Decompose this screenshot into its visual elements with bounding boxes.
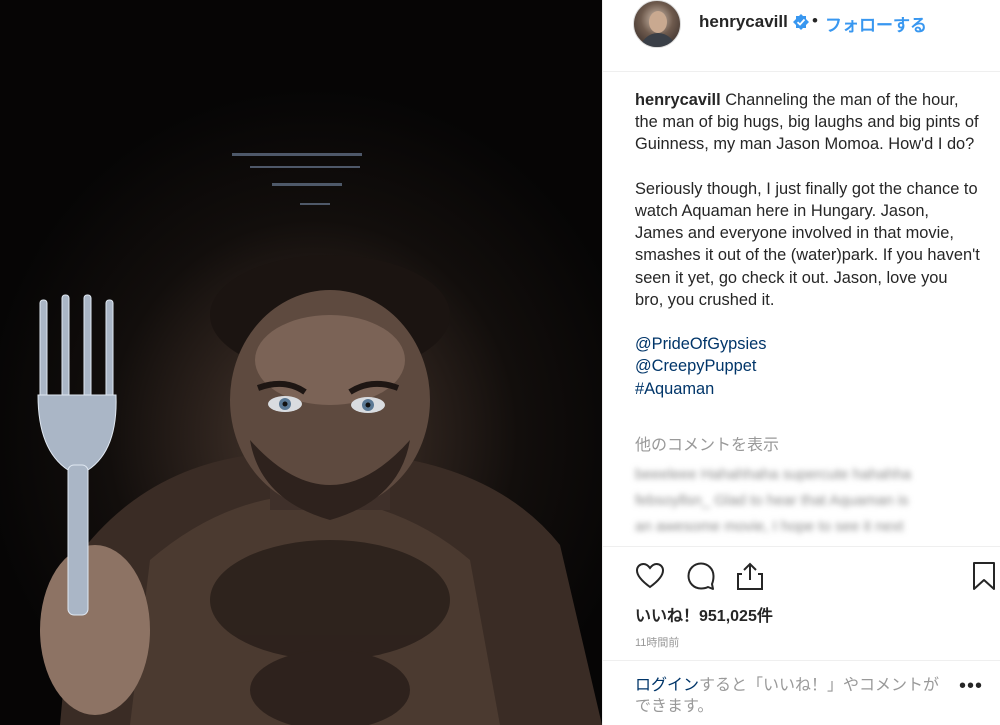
mention-link[interactable]: @CreepyPuppet <box>635 355 980 377</box>
verified-badge-icon <box>793 14 809 30</box>
comment-icon[interactable] <box>686 561 716 591</box>
comment-line: febsoyllsn_ Glad to hear that Aquaman is <box>635 492 909 509</box>
post-details-panel: henrycavill • フォローする henrycavill Channel… <box>602 0 1000 725</box>
avatar-face <box>649 11 667 33</box>
hashtag-link[interactable]: #Aquaman <box>635 378 980 400</box>
action-bar <box>603 546 1000 606</box>
mention-link[interactable]: @PrideOfGypsies <box>635 333 980 355</box>
header-separator: • <box>812 11 818 30</box>
follow-button[interactable]: フォローする <box>825 11 927 36</box>
caption-text-2: Seriously though, I just finally got the… <box>635 179 980 309</box>
likes-count[interactable]: いいね！951,025件 <box>635 602 773 626</box>
login-prompt-text: ログインすると「いいね！」やコメントができます。 <box>635 675 955 717</box>
bookmark-icon[interactable] <box>969 561 999 591</box>
post-image-illustration <box>37 153 602 725</box>
caption-first-paragraph: henrycavill Channeling the man of the ho… <box>635 89 980 156</box>
login-prompt: ログインすると「いいね！」やコメントができます。 ••• <box>603 660 1000 725</box>
heart-icon[interactable] <box>635 561 665 591</box>
login-link[interactable]: ログイン <box>635 677 699 694</box>
avatar-shirt <box>640 33 676 47</box>
more-options-button[interactable]: ••• <box>959 675 983 698</box>
post-header: henrycavill • フォローする <box>603 0 1000 72</box>
header-username[interactable]: henrycavill <box>699 12 788 32</box>
comment-line: beeeleee Hahahhaha supercute hahahha <box>635 466 912 483</box>
comment-line: an awesome movie, I hope to see it next <box>635 518 904 535</box>
post-photo <box>0 0 602 725</box>
post-timestamp[interactable]: 11時間前 <box>635 634 679 650</box>
avatar[interactable] <box>633 0 681 48</box>
post-caption: henrycavill Channeling the man of the ho… <box>635 89 980 400</box>
share-icon[interactable] <box>735 561 765 591</box>
blurred-comments: beeeleee Hahahhaha supercute hahahha feb… <box>635 462 975 540</box>
view-more-comments-link[interactable]: 他のコメントを表示 <box>635 431 779 455</box>
caption-username[interactable]: henrycavill <box>635 91 721 109</box>
